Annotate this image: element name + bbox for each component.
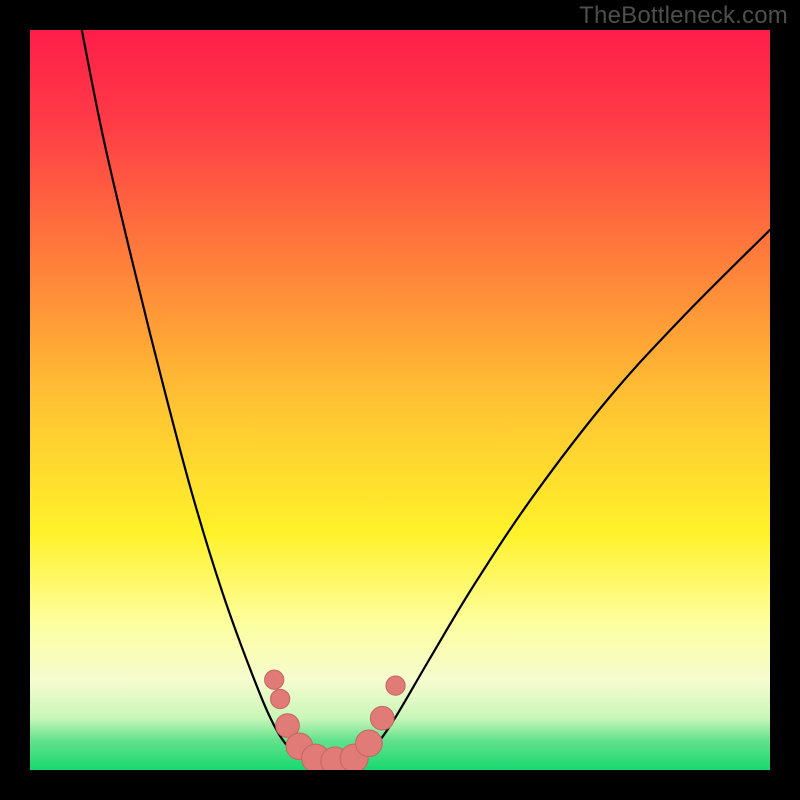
curve-layer bbox=[30, 30, 770, 770]
right-curve bbox=[356, 230, 770, 763]
data-beads bbox=[265, 670, 406, 770]
plot-area bbox=[30, 30, 770, 770]
left-curve bbox=[82, 30, 311, 763]
bead bbox=[356, 730, 383, 757]
chart-frame: TheBottleneck.com bbox=[0, 0, 800, 800]
bead bbox=[386, 676, 405, 695]
bead bbox=[271, 689, 290, 708]
bead bbox=[265, 670, 284, 689]
bead bbox=[370, 706, 394, 730]
watermark-text: TheBottleneck.com bbox=[579, 2, 788, 30]
